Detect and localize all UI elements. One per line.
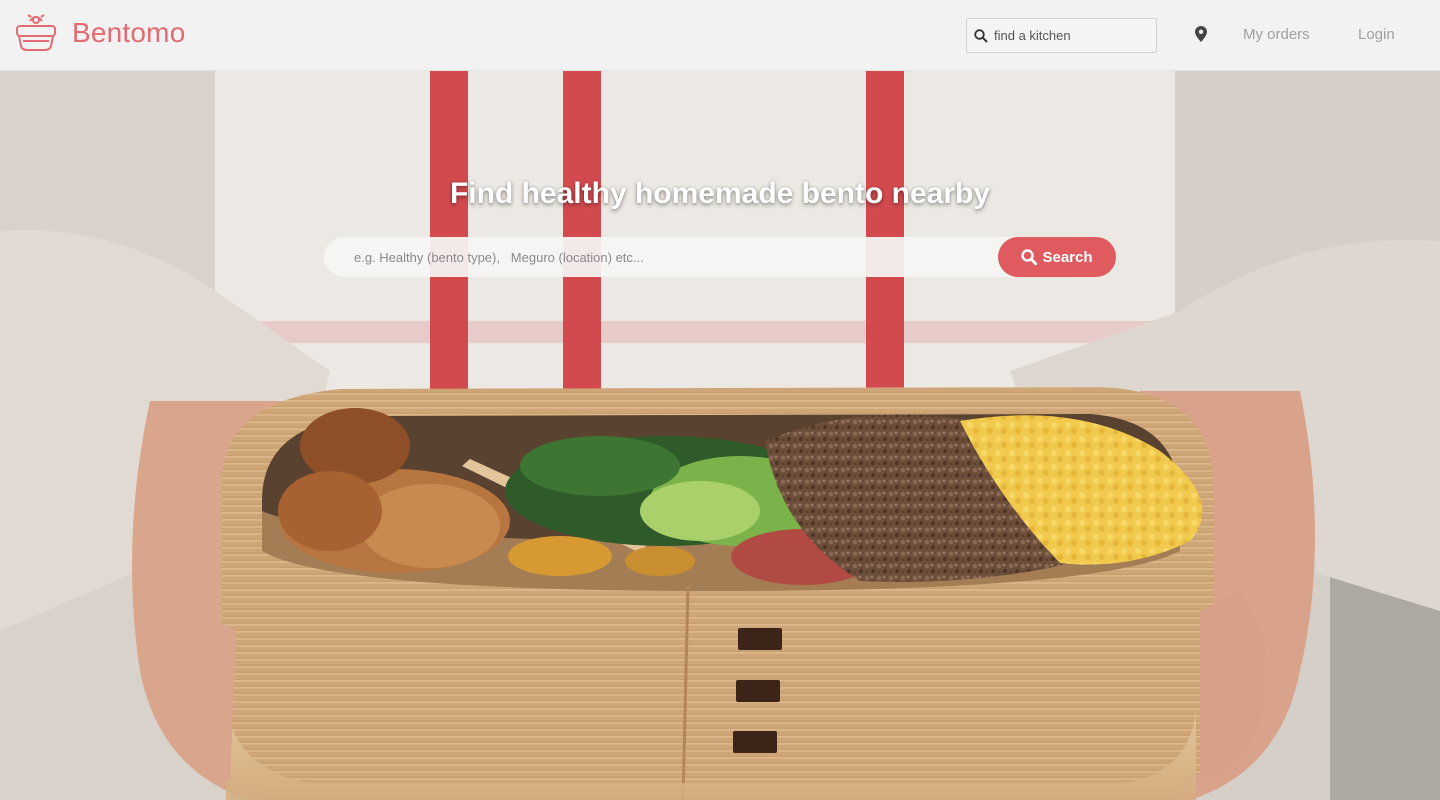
kitchen-search-input[interactable] <box>994 28 1144 43</box>
kitchen-search-box[interactable] <box>966 18 1157 53</box>
login-link[interactable]: Login <box>1358 26 1395 43</box>
search-icon <box>974 28 988 43</box>
location-pin-icon[interactable] <box>1195 26 1207 47</box>
hero-section: Find healthy homemade bento nearby Searc… <box>0 71 1440 800</box>
bento-search-input[interactable] <box>324 237 998 277</box>
brand-logo[interactable]: Bentomo <box>14 12 185 54</box>
brand-name: Bentomo <box>72 17 186 48</box>
hero-search-bar[interactable]: Search <box>324 237 1116 277</box>
hero-title: Find healthy homemade bento nearby <box>449 177 991 210</box>
top-navigation-bar: Bentomo My orders Login <box>0 0 1440 71</box>
bento-basket-icon <box>16 14 56 51</box>
search-button-label: Search <box>1042 248 1093 266</box>
search-icon <box>1021 249 1038 265</box>
my-orders-link[interactable]: My orders <box>1243 26 1310 43</box>
search-button[interactable]: Search <box>998 237 1116 277</box>
